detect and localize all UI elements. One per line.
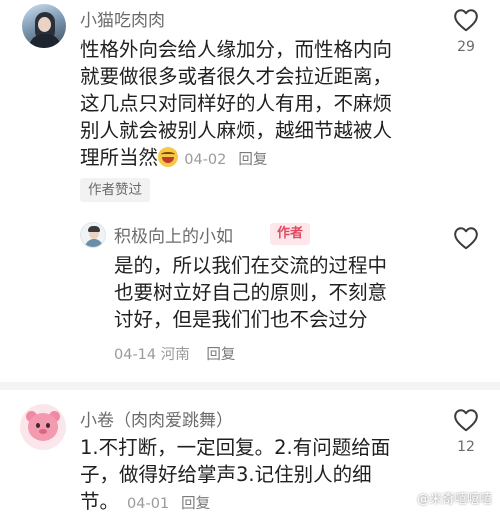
username-commenter-1[interactable]: 小猫吃肉肉: [80, 6, 165, 31]
avatar-commenter-2[interactable]: [80, 222, 106, 248]
comment-date: 04-02: [184, 152, 227, 168]
username-commenter-2[interactable]: 积极向上的小如: [114, 222, 233, 247]
comment-line: 性格外向会给人缘加分，而性格内向: [80, 38, 393, 61]
heart-outline-icon: [454, 409, 478, 432]
comment-location: 河南: [160, 347, 190, 363]
comment-line: 这几点只对同样好的人有用，不麻烦: [80, 92, 393, 115]
author-tag: 作者: [270, 223, 311, 245]
comment-last-line: 节。 04-01 回复: [80, 488, 390, 516]
heart-outline-icon: [454, 227, 478, 250]
crying-laughing-emoji-icon: [158, 147, 179, 167]
like-count-1: 29: [457, 39, 475, 55]
comment-line: 1.不打断，一定回复。2.有问题给面: [80, 436, 391, 459]
reply-button[interactable]: 回复: [238, 152, 267, 168]
username-commenter-3[interactable]: 小卷（肉肉爱跳舞）: [80, 406, 233, 431]
comment-text-2: 是的，所以我们在交流的过程中 也要树立好自己的原则，不刻意 讨好，但是我们们也不…: [114, 252, 387, 333]
comment-date: 04-14: [114, 347, 157, 363]
reply-button[interactable]: 回复: [206, 347, 235, 363]
avatar-commenter-1[interactable]: [22, 4, 66, 48]
comment-line: 也要树立好自己的原则，不刻意: [114, 281, 388, 304]
comment-meta-2: 04-14 河南 回复: [114, 343, 235, 364]
like-button-3[interactable]: 12: [446, 408, 486, 455]
like-button-1[interactable]: 29: [446, 8, 486, 55]
divider: [0, 382, 500, 390]
comment-last-line: 理所当然 04-02 回复: [80, 144, 392, 174]
comment-line: 就要做很多或者很久才会拉近距离，: [80, 65, 393, 88]
comment-line: 是的，所以我们在交流的过程中: [114, 254, 388, 277]
comment-line: 讨好，但是我们们也不会过分: [114, 308, 368, 331]
avatar-commenter-3[interactable]: [20, 404, 66, 450]
comment-text-1: 性格外向会给人缘加分，而性格内向 就要做很多或者很久才会拉近距离， 这几点只对同…: [80, 36, 392, 174]
like-count-3: 12: [457, 439, 475, 455]
comment-date: 04-01: [127, 496, 170, 512]
reply-button[interactable]: 回复: [181, 496, 210, 512]
comment-line: 别人就会被别人麻烦，越细节越被人: [80, 119, 393, 142]
comment-line: 节。: [80, 490, 120, 513]
comment-line: 子，做得好给掌声3.记住别人的细: [80, 463, 372, 486]
comment-text-3: 1.不打断，一定回复。2.有问题给面 子，做得好给掌声3.记住别人的细 节。 04…: [80, 434, 390, 516]
like-button-2[interactable]: [446, 226, 486, 250]
author-liked-badge: 作者赞过: [80, 178, 150, 202]
comment-line: 理所当然: [80, 146, 159, 169]
watermark: @米奇嘻嘻嘻: [416, 491, 492, 506]
heart-outline-icon: [454, 9, 478, 32]
